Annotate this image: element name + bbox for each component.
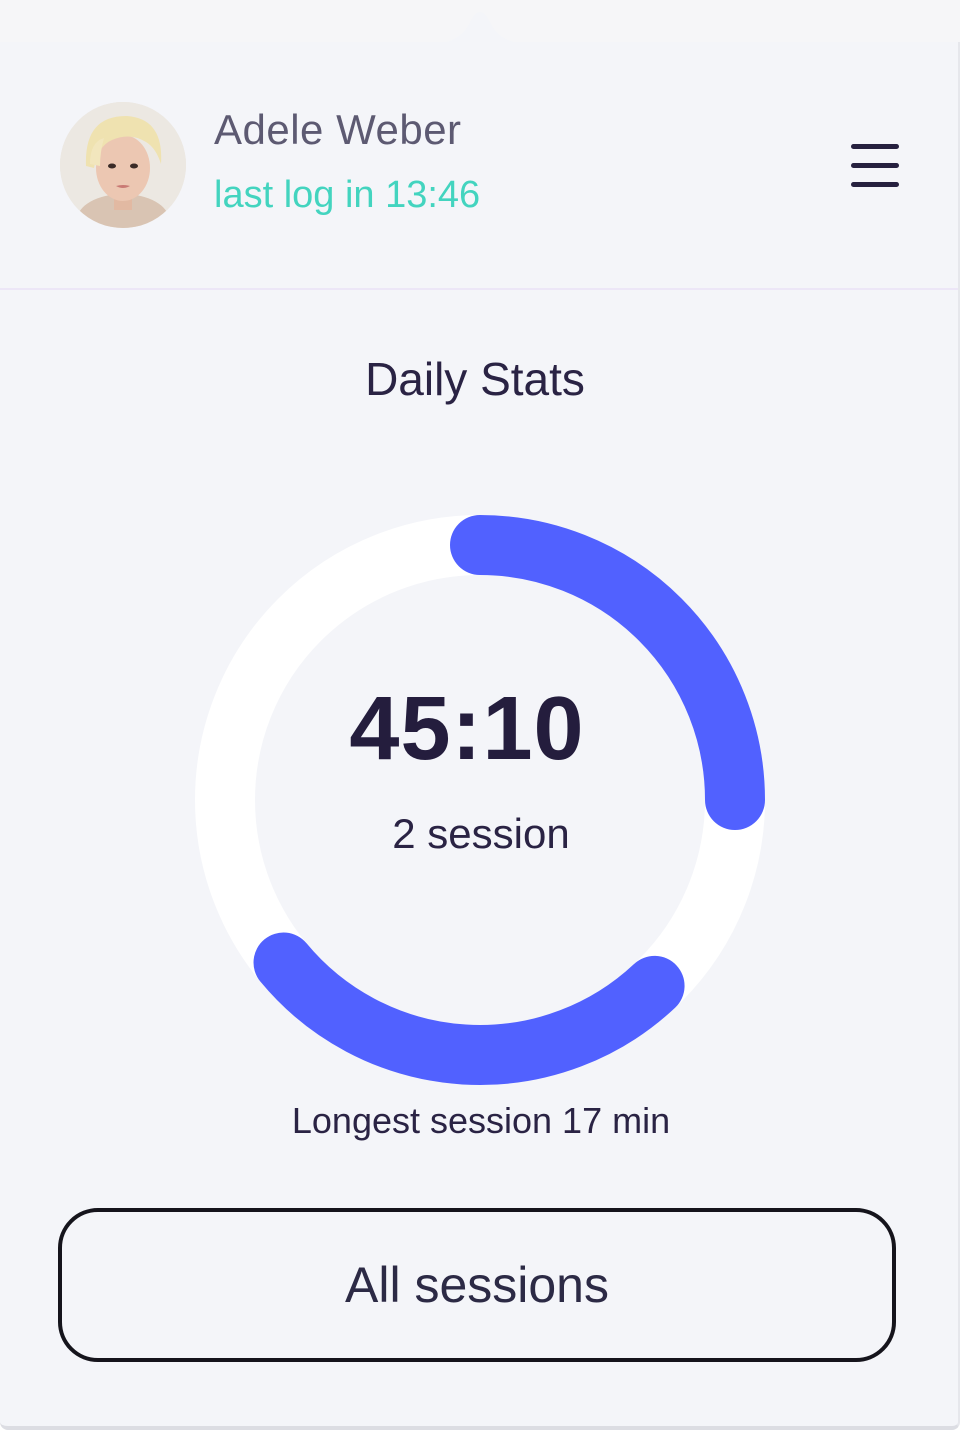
all-sessions-button[interactable]: All sessions: [58, 1208, 896, 1362]
stats-card: Adele Weber last log in 13:46 Daily Stat…: [0, 42, 960, 1430]
total-time-value: 45:10: [349, 679, 585, 779]
progress-arc-2: [253, 932, 685, 1085]
top-strip: [0, 0, 960, 44]
popover-notch: [430, 12, 530, 44]
longest-session-text: Longest session 17 min: [291, 1100, 671, 1141]
progress-ring-graphic: [195, 515, 765, 1085]
session-count: 2 session: [392, 810, 570, 857]
user-name: Adele Weber: [214, 106, 462, 153]
hamburger-menu-icon: [851, 144, 899, 187]
progress-ring: [190, 510, 770, 1090]
last-login-text: last log in 13:46: [214, 174, 481, 216]
section-title: Daily Stats: [365, 353, 585, 405]
user-portrait-icon: [60, 102, 186, 228]
menu-button[interactable]: [846, 138, 904, 194]
profile-header: Adele Weber last log in 13:46: [0, 42, 958, 290]
avatar: [60, 102, 186, 228]
